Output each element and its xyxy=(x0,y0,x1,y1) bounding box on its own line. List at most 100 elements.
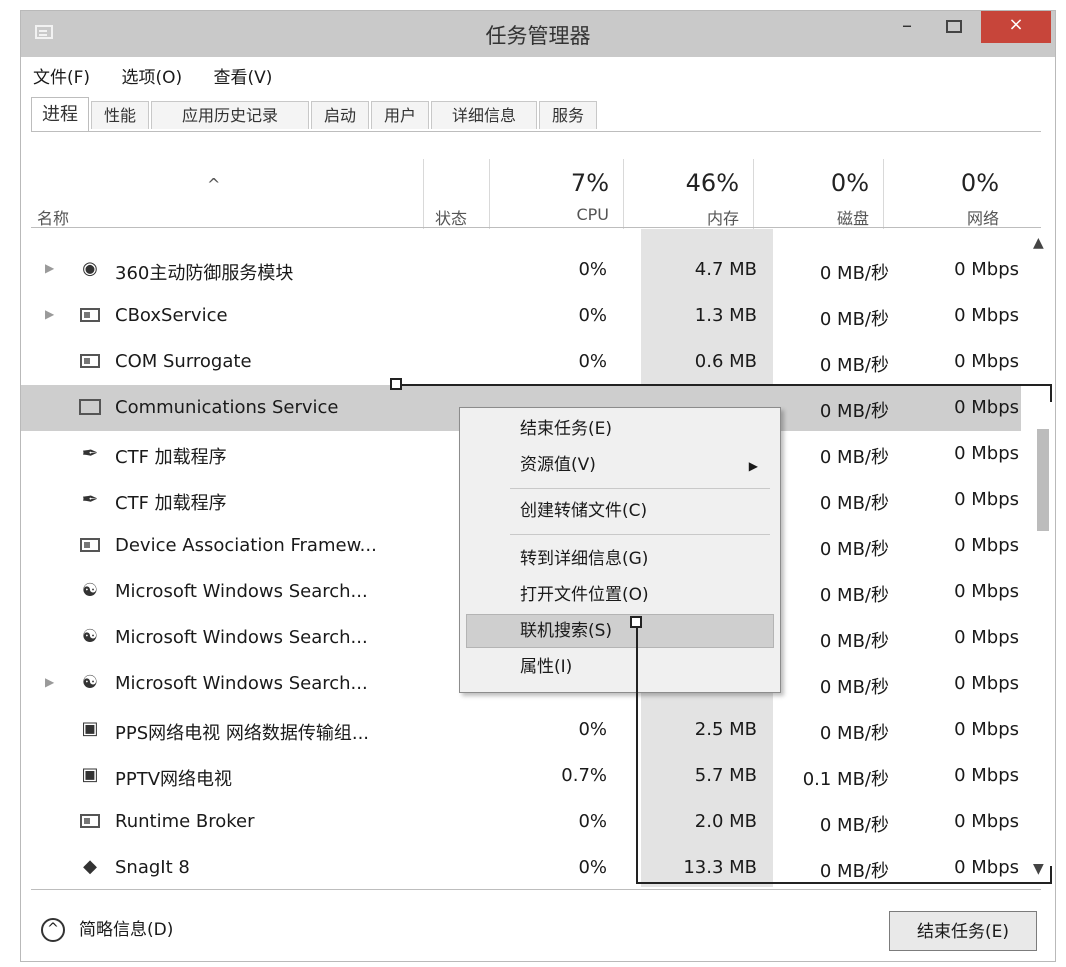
disk-total-pct: 0% xyxy=(830,169,869,197)
process-network: 0 Mbps xyxy=(954,535,1019,556)
menu-view[interactable]: 查看(V) xyxy=(214,68,273,88)
column-header-disk[interactable]: 0% 磁盘 xyxy=(755,133,883,229)
process-network: 0 Mbps xyxy=(954,673,1019,694)
process-row[interactable]: ▶ CBoxService 0% 1.3 MB 0 MB/秒 0 Mbps xyxy=(21,293,1021,339)
expand-arrow-icon[interactable]: ▶ xyxy=(45,675,54,689)
context-menu-hover-highlight xyxy=(466,614,774,648)
network-total-pct: 0% xyxy=(960,169,999,197)
tab-app-history[interactable]: 应用历史记录 xyxy=(151,101,309,129)
footer-divider xyxy=(31,889,1041,890)
process-network: 0 Mbps xyxy=(954,443,1019,464)
menu-item-create-dump[interactable]: 创建转储文件(C) xyxy=(520,496,647,526)
process-network: 0 Mbps xyxy=(954,305,1019,326)
process-name: Microsoft Windows Search... xyxy=(115,673,368,694)
fewer-details-toggle[interactable]: ^ 简略信息(D) xyxy=(41,915,173,942)
scroll-up-icon[interactable]: ▲ xyxy=(1033,235,1044,251)
tab-processes[interactable]: 进程 xyxy=(31,97,89,131)
column-divider xyxy=(423,159,424,229)
menu-item-open-file-location[interactable]: 打开文件位置(O) xyxy=(520,580,649,610)
end-task-button[interactable]: 结束任务(E) xyxy=(889,911,1037,951)
menu-item-properties[interactable]: 属性(I) xyxy=(520,652,572,682)
submenu-arrow-icon: ▶ xyxy=(748,459,758,473)
expand-arrow-icon[interactable]: ▶ xyxy=(45,261,54,275)
process-disk: 0 MB/秒 xyxy=(819,861,889,882)
cpu-total-pct: 7% xyxy=(570,169,609,197)
process-memory: 2.0 MB xyxy=(694,811,757,832)
menu-separator xyxy=(510,534,770,535)
menu-item-end-task[interactable]: 结束任务(E) xyxy=(520,414,612,444)
callout-line xyxy=(1050,866,1052,884)
memory-label: 内存 xyxy=(706,209,739,228)
close-button[interactable]: × xyxy=(981,11,1051,43)
callout-line xyxy=(402,384,1052,386)
tab-details[interactable]: 详细信息 xyxy=(431,101,537,129)
pen-icon: ✒ xyxy=(81,441,99,465)
menu-options[interactable]: 选项(O) xyxy=(121,68,182,88)
fewer-details-label: 简略信息(D) xyxy=(79,920,174,940)
maximize-button[interactable] xyxy=(929,11,979,43)
tab-performance[interactable]: 性能 xyxy=(91,101,149,129)
column-header-cpu[interactable]: 7% CPU xyxy=(491,133,623,229)
vertical-scrollbar[interactable]: ▲ ▼ xyxy=(1027,229,1057,887)
scroll-down-icon[interactable]: ▼ xyxy=(1033,861,1044,877)
app-window-icon xyxy=(79,305,101,325)
tab-services[interactable]: 服务 xyxy=(539,101,597,129)
column-name-label: 名称 xyxy=(37,209,70,228)
sort-indicator-icon: ^ xyxy=(207,175,221,194)
chevron-up-icon: ^ xyxy=(41,918,65,942)
scroll-thumb[interactable] xyxy=(1037,429,1049,531)
column-status-label: 状态 xyxy=(435,209,468,228)
memory-total-pct: 46% xyxy=(685,169,739,197)
app-window-icon xyxy=(79,811,101,831)
column-header-status[interactable]: 状态 xyxy=(425,133,489,229)
process-disk: 0 MB/秒 xyxy=(819,723,889,744)
process-name: Runtime Broker xyxy=(115,811,255,832)
process-cpu: 0% xyxy=(578,259,607,280)
expand-arrow-icon[interactable]: ▶ xyxy=(45,307,54,321)
network-label: 网络 xyxy=(966,209,999,228)
column-header-network[interactable]: 0% 网络 xyxy=(885,133,1013,229)
process-memory: 13.3 MB xyxy=(683,857,757,878)
callout-line xyxy=(1050,384,1052,402)
shield-icon: ◉ xyxy=(82,258,98,279)
process-row[interactable]: ▶ ◉ 360主动防御服务模块 0% 4.7 MB 0 MB/秒 0 Mbps xyxy=(21,247,1021,293)
snagit-icon: ◆ xyxy=(83,856,97,877)
context-menu: 结束任务(E) 资源值(V) ▶ 创建转储文件(C) 转到详细信息(G) 打开文… xyxy=(459,407,781,693)
process-cpu: 0% xyxy=(578,305,607,326)
process-row[interactable]: ▣ PPTV网络电视 0.7% 5.7 MB 0.1 MB/秒 0 Mbps xyxy=(21,753,1021,799)
process-name: SnagIt 8 xyxy=(115,857,190,878)
process-row[interactable]: COM Surrogate 0% 0.6 MB 0 MB/秒 0 Mbps xyxy=(21,339,1021,385)
column-divider xyxy=(623,159,624,229)
mail-icon xyxy=(79,397,101,417)
process-network: 0 Mbps xyxy=(954,857,1019,878)
process-network: 0 Mbps xyxy=(954,259,1019,280)
process-network: 0 Mbps xyxy=(954,811,1019,832)
column-header-memory[interactable]: 46% 内存 xyxy=(625,133,753,229)
task-manager-window: 任务管理器 – × 文件(F) 选项(O) 查看(V) 进程 性能 应用历史记录… xyxy=(20,10,1056,962)
column-divider xyxy=(489,159,490,229)
process-disk: 0 MB/秒 xyxy=(819,493,889,514)
process-disk: 0 MB/秒 xyxy=(819,309,889,330)
tab-startup[interactable]: 启动 xyxy=(311,101,369,129)
column-header-name[interactable]: ^ 名称 xyxy=(31,133,421,229)
tab-users[interactable]: 用户 xyxy=(371,101,429,129)
menu-item-resource-values[interactable]: 资源值(V) xyxy=(520,450,596,480)
menu-item-go-to-details[interactable]: 转到详细信息(G) xyxy=(520,544,648,574)
process-name: COM Surrogate xyxy=(115,351,252,372)
process-cpu: 0% xyxy=(578,857,607,878)
menu-item-search-online[interactable]: 联机搜索(S) xyxy=(520,616,612,646)
process-name: Communications Service xyxy=(115,397,339,418)
process-row[interactable]: ◆ SnagIt 8 0% 13.3 MB 0 MB/秒 0 Mbps xyxy=(21,845,1021,891)
title-bar[interactable]: 任务管理器 – × xyxy=(21,11,1055,57)
tab-strip: 进程 性能 应用历史记录 启动 用户 详细信息 服务 xyxy=(31,97,1041,132)
menu-separator xyxy=(510,488,770,489)
process-name: CTF 加载程序 xyxy=(115,447,227,468)
column-divider xyxy=(883,159,884,229)
menu-file[interactable]: 文件(F) xyxy=(33,68,90,88)
process-row[interactable]: ▣ PPS网络电视 网络数据传输组... 0% 2.5 MB 0 MB/秒 0 Mbps xyxy=(21,707,1021,753)
minimize-button[interactable]: – xyxy=(887,11,927,43)
app-window-icon xyxy=(79,351,101,371)
process-network: 0 Mbps xyxy=(954,765,1019,786)
process-disk: 0 MB/秒 xyxy=(819,815,889,836)
process-row[interactable]: Runtime Broker 0% 2.0 MB 0 MB/秒 0 Mbps xyxy=(21,799,1021,845)
